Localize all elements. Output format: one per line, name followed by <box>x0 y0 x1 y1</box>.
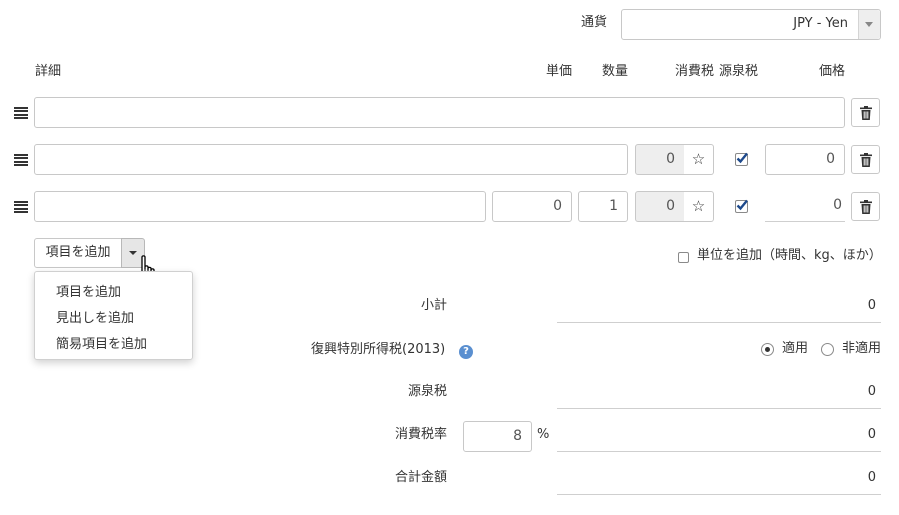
tax-rate-label: 消費税率 <box>395 427 448 442</box>
withholding-label: 源泉税 <box>408 384 448 399</box>
tax-amount-underline <box>557 451 881 452</box>
row-3-delete-button[interactable] <box>851 192 880 221</box>
tax-amount-value: 0 <box>867 427 876 442</box>
help-icon[interactable]: ? <box>459 345 473 359</box>
tax-rate-unit: % <box>537 427 550 442</box>
add-item-button[interactable]: 項目を追加 <box>34 238 122 268</box>
row-3-unit-price-input[interactable]: 0 <box>492 191 572 222</box>
currency-select[interactable]: JPY - Yen <box>621 9 881 40</box>
star-icon: ☆ <box>691 197 706 215</box>
row-3-tax-input[interactable]: 0 <box>635 191 685 222</box>
row-3-quantity-input[interactable]: 1 <box>578 191 628 222</box>
trash-icon <box>860 153 872 167</box>
row-3-detail-input[interactable] <box>34 191 486 222</box>
add-item-menu: 項目を追加 見出しを追加 簡易項目を追加 <box>34 271 193 360</box>
total-label: 合計金額 <box>395 470 448 485</box>
tax-rate-input[interactable]: 8 <box>463 421 532 452</box>
col-unit-price: 単価 <box>546 64 573 79</box>
drag-handle-icon[interactable] <box>14 154 28 166</box>
row-2-tax-star-button[interactable]: ☆ <box>684 144 714 175</box>
reconstruction-tax-apply-label[interactable]: 適用 <box>782 341 808 357</box>
row-1-delete-button[interactable] <box>851 98 880 127</box>
col-detail: 詳細 <box>35 64 62 79</box>
star-icon: ☆ <box>691 150 706 168</box>
radio-dot-icon <box>765 347 770 352</box>
unit-option-checkbox[interactable] <box>678 252 689 263</box>
col-quantity: 数量 <box>602 64 629 79</box>
check-icon <box>736 199 748 211</box>
drag-handle-icon[interactable] <box>14 107 28 119</box>
subtotal-value: 0 <box>867 298 876 313</box>
check-icon <box>736 152 748 164</box>
subtotal-underline <box>557 322 881 323</box>
row-2-delete-button[interactable] <box>851 145 880 174</box>
row-3-price-value[interactable]: 0 <box>765 191 845 222</box>
trash-icon <box>860 106 872 120</box>
reconstruction-tax-apply-radio[interactable] <box>761 343 774 356</box>
menu-item-add-item[interactable]: 項目を追加 <box>56 281 121 300</box>
trash-icon <box>860 200 872 214</box>
row-3-withholding-checkbox[interactable] <box>735 199 748 213</box>
row-2-tax-input[interactable]: 0 <box>635 144 685 175</box>
row-1-detail-input[interactable] <box>34 97 845 128</box>
unit-option-label[interactable]: 単位を追加（時間、kg、ほか） <box>697 248 882 264</box>
total-value: 0 <box>867 470 876 485</box>
reconstruction-tax-label: 復興特別所得税(2013) <box>311 342 446 357</box>
row-2-detail-input[interactable] <box>34 144 628 175</box>
caret-down-icon <box>865 22 873 27</box>
col-withholding-tax: 源泉税 <box>719 64 759 79</box>
currency-dropdown-toggle[interactable] <box>858 10 880 39</box>
withholding-value: 0 <box>867 384 876 399</box>
menu-item-add-simple-item[interactable]: 簡易項目を追加 <box>56 333 147 352</box>
withholding-underline <box>557 408 881 409</box>
currency-value: JPY - Yen <box>793 16 848 31</box>
reconstruction-tax-not-apply-radio[interactable] <box>821 343 834 356</box>
col-price: 価格 <box>819 64 846 79</box>
menu-item-add-heading[interactable]: 見出しを追加 <box>56 307 134 326</box>
total-underline <box>557 494 881 495</box>
row-2-price-input[interactable]: 0 <box>765 144 845 175</box>
drag-handle-icon[interactable] <box>14 201 28 213</box>
row-2-withholding-checkbox[interactable] <box>735 152 748 166</box>
row-3-tax-star-button[interactable]: ☆ <box>684 191 714 222</box>
reconstruction-tax-not-apply-label[interactable]: 非適用 <box>842 341 881 357</box>
currency-label: 通貨 <box>581 15 608 30</box>
col-consumption-tax: 消費税 <box>675 64 715 79</box>
subtotal-label: 小計 <box>421 298 448 313</box>
